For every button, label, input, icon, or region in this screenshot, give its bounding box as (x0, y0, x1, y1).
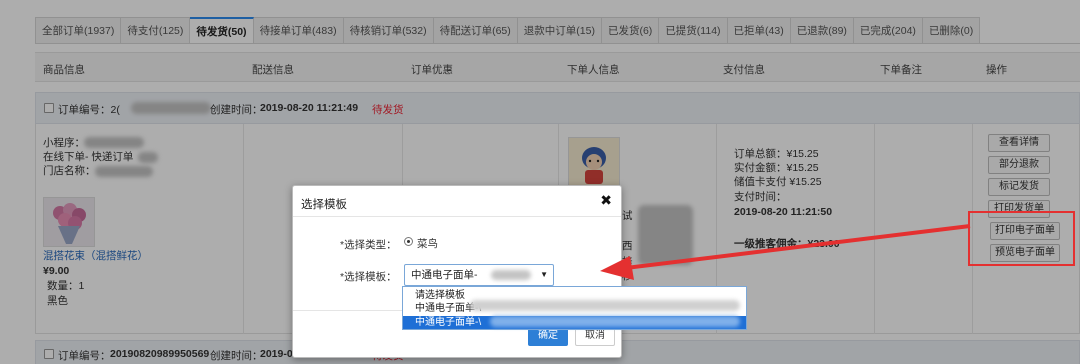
type-radio[interactable] (404, 237, 413, 246)
select-template-dialog: 选择模板 ✖ *选择类型： 菜鸟 *选择模板： 中通电子面单- ▼ 确定 取消 (292, 185, 622, 358)
dialog-title: 选择模板 (301, 199, 347, 211)
template-select[interactable]: 中通电子面单- ▼ (404, 264, 554, 286)
type-value: 菜鸟 (417, 238, 438, 250)
highlight-box (968, 211, 1075, 266)
redacted-option-text (490, 316, 740, 327)
dialog-divider (293, 216, 621, 217)
template-select-value: 中通电子面单- (411, 269, 478, 281)
pointer-arrow-icon (600, 224, 971, 280)
chevron-down-icon: ▼ (540, 270, 548, 279)
type-label: *选择类型： (340, 239, 397, 251)
redacted-template-name (491, 270, 531, 280)
close-icon[interactable]: ✖ (600, 192, 612, 209)
redacted-option-text (470, 300, 740, 311)
template-label: *选择模板： (340, 271, 397, 283)
